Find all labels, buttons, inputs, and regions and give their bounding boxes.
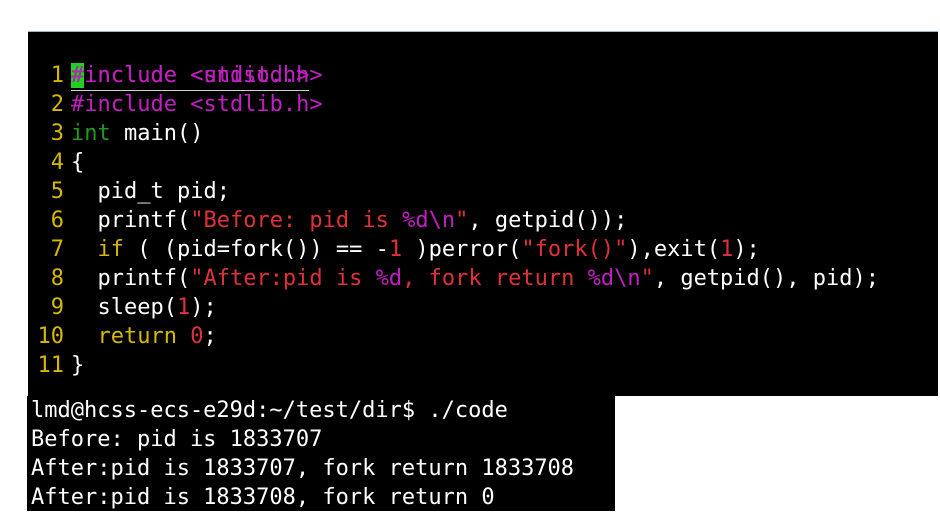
line-number: 10 — [37, 324, 65, 349]
code-token: int — [71, 121, 111, 146]
code-token: %d\n — [587, 266, 641, 291]
code-token: , getpid(), pid); — [653, 266, 879, 291]
code-token: , fork return — [402, 266, 588, 291]
line-number: 8 — [50, 266, 64, 291]
code-token: } — [71, 353, 85, 378]
code-token: if — [97, 237, 125, 262]
line-number: 6 — [50, 208, 64, 233]
code-token: "Before: pid is — [190, 208, 403, 233]
code-text: { — [71, 148, 84, 177]
code-token: #include <stdlib.h> — [71, 92, 323, 117]
code-token: ); — [190, 295, 217, 320]
code-text: pid_t pid; — [71, 177, 230, 206]
code-token: %d\n — [402, 208, 456, 233]
code-token: 1 — [176, 295, 191, 320]
code-token: ),exit( — [627, 237, 721, 262]
code-token: printf( — [71, 208, 191, 233]
code-text: sleep(1); — [71, 293, 217, 322]
vim-editor-pane[interactable]: #include <stdio.h> 1 #include <unistd.h> 2… — [28, 31, 938, 396]
code-token: " — [455, 208, 469, 233]
code-token: main() — [110, 121, 204, 146]
code-token: 1 — [720, 237, 734, 262]
line-number: 3 — [50, 121, 64, 146]
code-token: )perror( — [402, 237, 522, 262]
code-token: %d — [375, 266, 403, 291]
code-token: , getpid()); — [468, 208, 628, 233]
terminal-output-line: Before: pid is 1833707 — [31, 427, 323, 452]
line-number: 11 — [37, 353, 65, 378]
code-token: pid_t pid; — [71, 179, 230, 204]
code-text: return 0; — [71, 322, 217, 351]
terminal-output-line: After:pid is 1833708, fork return 0 — [31, 485, 495, 510]
code-text: printf("Before: pid is %d\n", getpid()); — [71, 206, 627, 235]
code-token: " — [640, 266, 654, 291]
terminal-output-line: After:pid is 1833707, fork return 183370… — [31, 456, 575, 481]
code-text: #include <stdlib.h> — [71, 90, 323, 119]
code-token: ); — [733, 237, 760, 262]
editor-line-cursor[interactable]: #include <stdio.h> — [28, 32, 310, 91]
line-number: 4 — [50, 150, 64, 175]
line-number: 5 — [50, 179, 64, 204]
code-token: { — [71, 150, 85, 175]
line-number: 9 — [50, 295, 64, 320]
code-token: 0 — [190, 324, 204, 349]
terminal-prompt-line: lmd@hcss-ecs-e29d:~/test/dir$ ./code — [31, 398, 508, 423]
code-token: ; — [203, 324, 217, 349]
code-text: if ( (pid=fork()) == -1 )perror("fork()"… — [71, 235, 760, 264]
code-token: #include <unistd.h> — [71, 63, 323, 88]
code-token: 1 — [388, 237, 403, 262]
line-number: 2 — [50, 92, 64, 117]
line-number: 1 — [50, 63, 64, 88]
code-token: ( (pid=fork()) == - — [124, 237, 389, 262]
code-text: #include <unistd.h> — [71, 61, 323, 90]
code-token: printf( — [71, 266, 191, 291]
code-text: printf("After:pid is %d, fork return %d\… — [71, 264, 879, 293]
code-token: "After:pid is — [190, 266, 376, 291]
code-token: sleep( — [71, 295, 177, 320]
code-token: return — [97, 324, 177, 349]
code-text: int main() — [71, 119, 203, 148]
code-text: } — [71, 351, 84, 380]
code-token: "fork()" — [521, 237, 628, 262]
terminal-output[interactable]: lmd@hcss-ecs-e29d:~/test/dir$ ./code Bef… — [27, 396, 615, 511]
line-number: 7 — [50, 237, 64, 262]
